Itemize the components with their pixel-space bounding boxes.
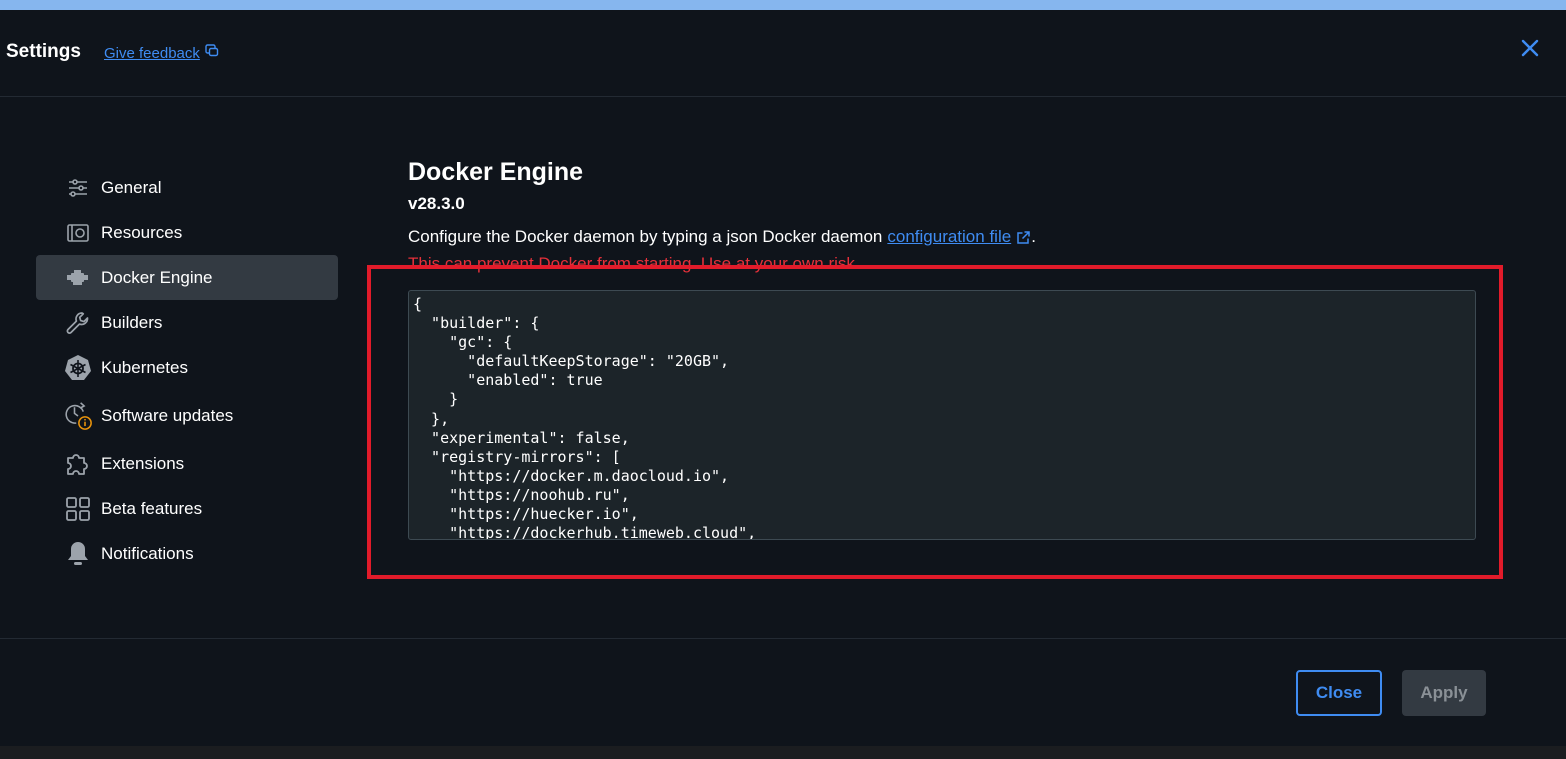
taskbar-strip	[0, 746, 1566, 759]
sidebar-item-software-updates[interactable]: Software updates	[36, 390, 338, 441]
wrench-icon	[64, 309, 92, 337]
clock-update-icon	[64, 401, 92, 430]
sidebar-item-general[interactable]: General	[36, 165, 338, 210]
sidebar-item-label: Extensions	[101, 453, 185, 473]
engine-icon	[64, 264, 92, 292]
settings-header: Settings Give feedback	[0, 10, 1566, 97]
apply-button[interactable]: Apply	[1402, 670, 1486, 716]
description-label: Configure the Docker daemon by typing a …	[408, 227, 883, 246]
sidebar-item-kubernetes[interactable]: Kubernetes	[36, 345, 338, 390]
sidebar-item-label: Beta features	[101, 498, 203, 518]
give-feedback-link[interactable]: Give feedback	[104, 44, 219, 62]
settings-sidebar: General Resources Docker Engine Builders…	[36, 165, 338, 576]
sidebar-item-label: Software updates	[101, 405, 234, 425]
sidebar-item-extensions[interactable]: Extensions	[36, 441, 338, 486]
daemon-json-editor[interactable]: { "builder": { "gc": { "defaultKeepStora…	[408, 290, 1476, 540]
editor-content[interactable]: { "builder": { "gc": { "defaultKeepStora…	[413, 295, 1471, 539]
settings-footer: Close Apply	[0, 638, 1566, 746]
engine-version: v28.3.0	[408, 194, 465, 213]
sidebar-item-docker-engine[interactable]: Docker Engine	[36, 255, 338, 300]
sidebar-item-beta-features[interactable]: Beta features	[36, 486, 338, 531]
configuration-file-link[interactable]: configuration file	[887, 227, 1011, 247]
sidebar-item-builders[interactable]: Builders	[36, 300, 338, 345]
bell-icon	[64, 540, 92, 568]
sidebar-item-label: Builders	[101, 312, 163, 332]
description-text: Configure the Docker daemon by typing a …	[408, 227, 1478, 247]
window-top-strip	[0, 0, 1566, 10]
sidebar-item-label: Kubernetes	[101, 357, 188, 377]
sidebar-item-resources[interactable]: Resources	[36, 210, 338, 255]
warning-text: This can prevent Docker from starting. U…	[408, 254, 860, 273]
sidebar-item-label: General	[101, 177, 162, 197]
main-content: Docker Engine v28.3.0 Configure the Dock…	[408, 158, 1478, 274]
grid-icon	[64, 495, 92, 523]
page-title: Docker Engine	[408, 158, 584, 186]
sidebar-item-label: Notifications	[101, 543, 194, 563]
resources-icon	[64, 219, 92, 247]
settings-title: Settings	[6, 41, 81, 62]
feedback-chat-icon	[205, 44, 219, 62]
sidebar-item-label: Docker Engine	[101, 267, 213, 287]
close-button[interactable]: Close	[1296, 670, 1382, 716]
give-feedback-label: Give feedback	[104, 44, 200, 62]
external-link-icon[interactable]	[1016, 230, 1031, 245]
close-settings-icon[interactable]	[1518, 36, 1544, 62]
sliders-icon	[64, 174, 92, 202]
sidebar-item-notifications[interactable]: Notifications	[36, 531, 338, 576]
puzzle-icon	[64, 450, 92, 478]
description-period: .	[1031, 227, 1036, 246]
kubernetes-icon	[64, 354, 92, 382]
sidebar-item-label: Resources	[101, 222, 183, 242]
